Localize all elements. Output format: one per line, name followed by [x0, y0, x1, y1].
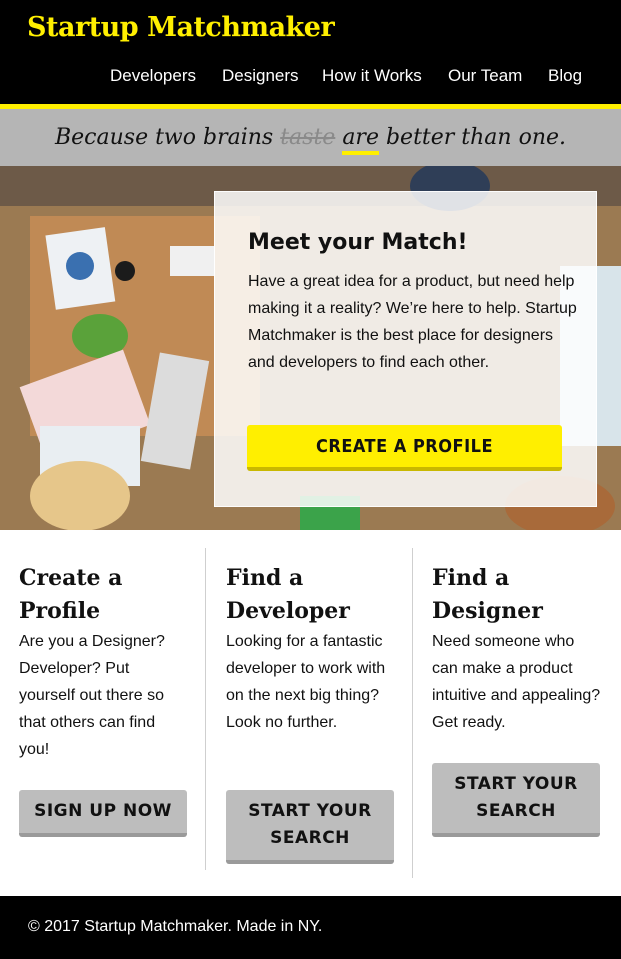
- main-nav: Developers Designers How it Works Our Te…: [0, 62, 621, 90]
- tagline-struck-word: taste: [280, 125, 336, 150]
- tagline: Because two brains taste are better than…: [0, 109, 621, 166]
- column-title: Create a Profile: [19, 565, 123, 624]
- page: Startup Matchmaker Developers Designers …: [0, 0, 621, 959]
- feature-columns: Create a Profile Are you a Designer? Dev…: [0, 530, 621, 896]
- create-profile-button[interactable]: CREATE A PROFILE: [247, 425, 562, 471]
- nav-our-team[interactable]: Our Team: [448, 66, 522, 86]
- column-body: Are you a Designer? Developer? Put yours…: [19, 633, 165, 758]
- site-logo[interactable]: Startup Matchmaker: [27, 12, 335, 43]
- footer-copyright: © 2017 Startup Matchmaker. Made in NY.: [28, 918, 323, 935]
- nav-developers[interactable]: Developers: [110, 66, 196, 86]
- tagline-before: Because two brains: [54, 125, 274, 150]
- column-body: Need someone who can make a product intu…: [432, 633, 601, 731]
- site-header: Startup Matchmaker Developers Designers …: [0, 0, 621, 104]
- nav-how-it-works[interactable]: How it Works: [322, 66, 422, 86]
- column-divider: [412, 548, 413, 878]
- card-title: Meet your Match!: [248, 230, 468, 255]
- column-find-designer: Find a Designer Need someone who can mak…: [432, 530, 608, 896]
- column-divider: [205, 548, 206, 870]
- start-search-developer-button[interactable]: START YOUR SEARCH: [226, 790, 394, 864]
- card-body: Have a great idea for a product, but nee…: [248, 273, 577, 371]
- column-title: Find a Designer: [432, 565, 543, 624]
- column-body: Looking for a fantastic developer to wor…: [226, 633, 386, 731]
- nav-blog[interactable]: Blog: [548, 66, 582, 86]
- nav-designers[interactable]: Designers: [222, 66, 299, 86]
- hero-banner: Meet your Match! Have a great idea for a…: [0, 166, 621, 530]
- start-search-designer-button[interactable]: START YOUR SEARCH: [432, 763, 600, 837]
- site-footer: © 2017 Startup Matchmaker. Made in NY.: [0, 896, 621, 959]
- tagline-underlined-word: are: [342, 125, 379, 155]
- sign-up-now-button[interactable]: SIGN UP NOW: [19, 790, 187, 837]
- column-find-developer: Find a Developer Looking for a fantastic…: [226, 530, 402, 896]
- column-create-profile: Create a Profile Are you a Designer? Dev…: [19, 530, 195, 896]
- column-title: Find a Developer: [226, 565, 350, 624]
- meet-your-match-card: Meet your Match! Have a great idea for a…: [214, 191, 597, 507]
- tagline-after: better than one.: [385, 125, 566, 150]
